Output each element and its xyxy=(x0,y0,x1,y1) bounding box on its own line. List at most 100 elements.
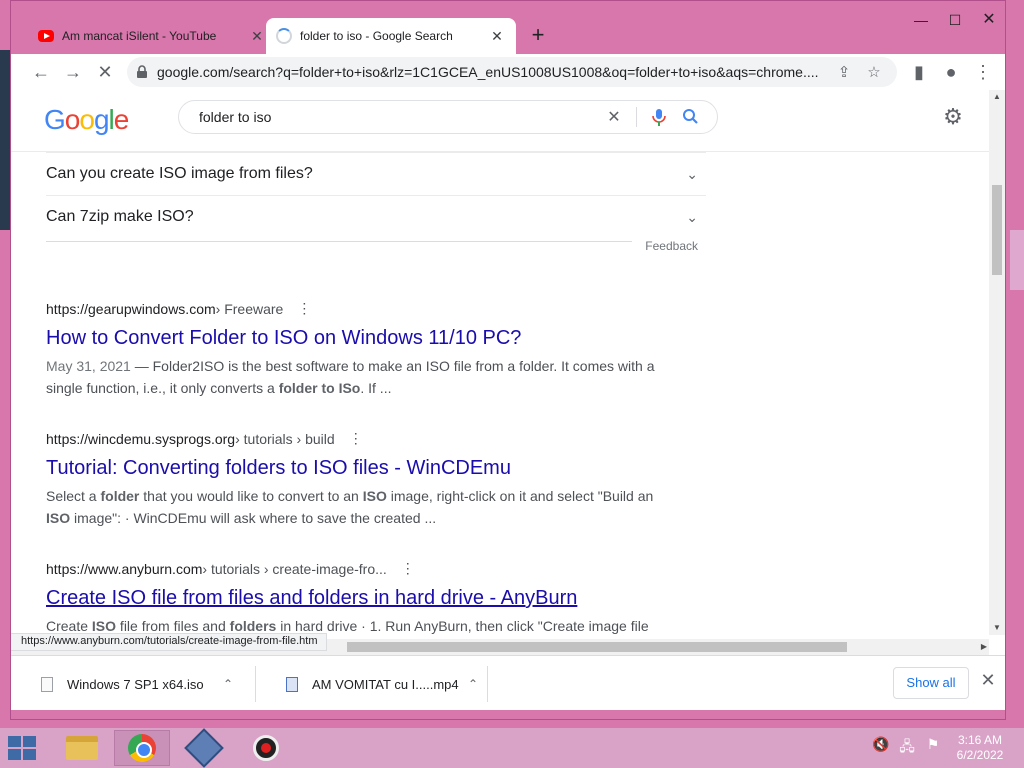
result-cite[interactable]: https://wincdemu.sysprogs.org › tutorial… xyxy=(46,430,666,447)
share-icon[interactable]: ⇪ xyxy=(829,63,859,81)
show-all-downloads-button[interactable]: Show all xyxy=(893,667,969,699)
profile-button[interactable]: ● xyxy=(935,56,967,88)
scrollbar-thumb[interactable] xyxy=(347,642,847,652)
screen-recorder-icon xyxy=(253,735,279,761)
chevron-down-icon: ⌄ xyxy=(686,165,698,182)
result-title-link[interactable]: Create ISO file from files and folders i… xyxy=(46,585,666,611)
feedback-link[interactable]: Feedback xyxy=(645,239,698,253)
scroll-right-arrow-icon[interactable]: ▶ xyxy=(981,639,987,655)
result-breadcrumb: › tutorials › build xyxy=(235,430,335,447)
clock-time: 3:16 AM xyxy=(957,733,1003,747)
url-text[interactable]: google.com/search?q=folder+to+iso&rlz=1C… xyxy=(157,64,829,80)
download-filename: AM VOMITAT cu I.....mp4 xyxy=(312,676,459,692)
tab-strip: Am mancat iSilent - YouTube ✕ folder to … xyxy=(10,18,1014,54)
window-controls: — ☐ ✕ xyxy=(904,8,1006,32)
minimize-button[interactable]: — xyxy=(904,8,938,32)
taskbar-app-file-explorer[interactable] xyxy=(54,730,110,766)
search-icon[interactable] xyxy=(675,107,707,127)
side-panel-button[interactable]: ▮ xyxy=(903,56,935,88)
result-cite[interactable]: https://gearupwindows.com › Freeware ⋮ xyxy=(46,300,666,317)
faq-item[interactable]: Can 7zip make ISO? ⌄ xyxy=(46,195,706,238)
feedback-row: Feedback xyxy=(46,238,706,268)
status-bar-url: https://www.anyburn.com/tutorials/create… xyxy=(11,633,327,651)
system-tray: 🔇 🖧 ⚑ xyxy=(872,736,942,760)
chevron-down-icon: ⌄ xyxy=(686,208,698,225)
result-breadcrumb: › Freeware xyxy=(215,300,284,317)
back-button[interactable]: ← xyxy=(25,56,57,88)
result-cite[interactable]: https://www.anyburn.com › tutorials › cr… xyxy=(46,560,666,577)
chevron-up-icon[interactable]: ⌃ xyxy=(462,677,484,691)
search-box[interactable]: folder to iso ✕ xyxy=(178,100,718,134)
scroll-down-arrow-icon[interactable]: ▼ xyxy=(989,621,1005,635)
download-item[interactable]: Windows 7 SP1 x64.iso ⌃ xyxy=(11,666,256,702)
stop-loading-button[interactable]: ✕ xyxy=(89,56,121,88)
media-file-icon xyxy=(286,676,298,692)
clock-date: 6/2/2022 xyxy=(956,748,1004,762)
download-filename: Windows 7 SP1 x64.iso xyxy=(67,676,204,692)
scroll-up-arrow-icon[interactable]: ▲ xyxy=(989,90,1005,104)
taskbar-app-chrome[interactable] xyxy=(114,730,170,766)
mic-icon[interactable] xyxy=(643,107,675,127)
download-item[interactable]: AM VOMITAT cu I.....mp4 ⌃ xyxy=(256,666,488,702)
google-header: Google folder to iso ✕ ⚙ xyxy=(11,90,989,152)
tab-label: folder to iso - Google Search xyxy=(300,29,453,43)
volume-muted-icon[interactable]: 🔇 xyxy=(872,736,890,760)
chrome-icon xyxy=(128,734,156,762)
result-snippet: May 31, 2021 — Folder2ISO is the best so… xyxy=(46,358,655,396)
new-tab-button[interactable]: + xyxy=(526,24,550,46)
system-clock[interactable]: 3:16 AM 6/2/2022 xyxy=(950,733,1010,763)
result-title-link[interactable]: Tutorial: Converting folders to ISO file… xyxy=(46,455,666,481)
menu-button[interactable]: ⋮ xyxy=(967,56,999,88)
start-button[interactable] xyxy=(8,736,38,760)
more-options-icon[interactable]: ⋮ xyxy=(349,430,363,447)
settings-gear-icon[interactable]: ⚙ xyxy=(941,105,965,129)
download-shelf: Windows 7 SP1 x64.iso ⌃ AM VOMITAT cu I.… xyxy=(11,655,1005,710)
tab-close-icon[interactable]: ✕ xyxy=(248,28,266,45)
lock-icon xyxy=(137,65,147,78)
taskbar: 🔇 🖧 ⚑ 3:16 AM 6/2/2022 xyxy=(0,728,1024,768)
faq-item[interactable]: Can you create ISO image from files? ⌄ xyxy=(46,152,706,195)
result-title-link[interactable]: How to Convert Folder to ISO on Windows … xyxy=(46,325,666,351)
scrollbar-thumb[interactable] xyxy=(992,185,1002,275)
file-icon xyxy=(41,676,53,692)
search-divider xyxy=(636,107,637,127)
desktop-edge-right xyxy=(1010,230,1024,290)
action-center-flag-icon[interactable]: ⚑ xyxy=(924,736,942,760)
result-snippet: Select a folder that you would like to c… xyxy=(46,488,654,526)
tab-youtube[interactable]: Am mancat iSilent - YouTube ✕ xyxy=(28,18,276,54)
bookmark-star-icon[interactable]: ☆ xyxy=(859,63,889,81)
virtualbox-icon xyxy=(184,728,224,768)
faq-question: Can 7zip make ISO? xyxy=(46,208,194,225)
loading-spinner-icon xyxy=(276,28,292,44)
page-viewport: Google folder to iso ✕ ⚙ Can you create … xyxy=(11,90,1005,655)
search-result: https://gearupwindows.com › Freeware ⋮ H… xyxy=(46,300,666,399)
network-icon[interactable]: 🖧 xyxy=(898,736,916,760)
tab-label: Am mancat iSilent - YouTube xyxy=(62,29,217,43)
more-options-icon[interactable]: ⋮ xyxy=(297,300,311,317)
search-result: https://wincdemu.sysprogs.org › tutorial… xyxy=(46,430,666,529)
tab-close-icon[interactable]: ✕ xyxy=(488,28,506,45)
result-site: https://wincdemu.sysprogs.org xyxy=(46,430,236,447)
file-explorer-icon xyxy=(66,736,98,760)
clear-search-icon[interactable]: ✕ xyxy=(598,107,630,127)
result-site: https://www.anyburn.com xyxy=(46,560,203,577)
maximize-button[interactable]: ☐ xyxy=(938,8,972,32)
chevron-up-icon[interactable]: ⌃ xyxy=(217,677,239,691)
google-logo[interactable]: Google xyxy=(44,104,129,136)
vertical-scrollbar[interactable]: ▲ ▼ xyxy=(989,90,1005,635)
browser-toolbar: ← → ✕ google.com/search?q=folder+to+iso&… xyxy=(11,54,1005,90)
taskbar-app-recorder[interactable] xyxy=(238,730,294,766)
search-input[interactable]: folder to iso xyxy=(199,109,598,125)
result-site: https://gearupwindows.com xyxy=(46,300,216,317)
youtube-icon xyxy=(38,30,54,42)
taskbar-app-virtualbox[interactable] xyxy=(176,728,232,768)
divider xyxy=(46,241,632,242)
result-breadcrumb: › tutorials › create-image-fro... xyxy=(202,560,387,577)
tab-google-search[interactable]: folder to iso - Google Search ✕ xyxy=(266,18,516,54)
close-window-button[interactable]: ✕ xyxy=(972,8,1006,32)
more-options-icon[interactable]: ⋮ xyxy=(401,560,415,577)
forward-button[interactable]: → xyxy=(57,56,89,88)
address-bar[interactable]: google.com/search?q=folder+to+iso&rlz=1C… xyxy=(127,57,897,87)
close-shelf-icon[interactable]: ✕ xyxy=(977,670,999,691)
faq-question: Can you create ISO image from files? xyxy=(46,165,313,182)
